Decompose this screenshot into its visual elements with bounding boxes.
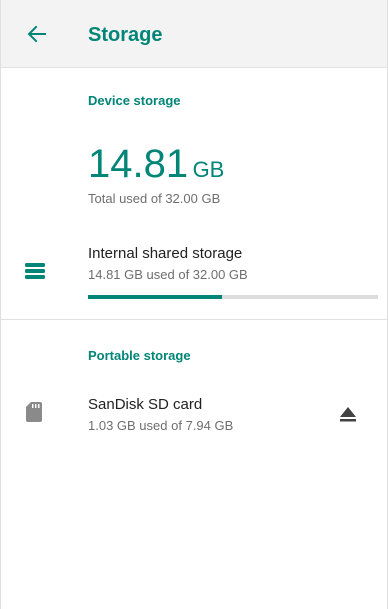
back-button[interactable] xyxy=(23,20,51,48)
sd-card-icon xyxy=(26,402,42,422)
internal-storage-title: Internal shared storage xyxy=(88,245,243,262)
used-storage-unit: GB xyxy=(192,157,225,182)
storage-progress-fill xyxy=(88,295,223,299)
portable-storage-header: Portable storage xyxy=(88,348,191,363)
storage-progress-bar xyxy=(88,295,378,299)
used-storage-value: 14.81 GB xyxy=(88,142,224,187)
storage-list-icon xyxy=(25,263,45,279)
eject-button[interactable] xyxy=(336,402,360,426)
sd-card-subtitle: 1.03 GB used of 7.94 GB xyxy=(88,418,234,433)
used-storage-number: 14.81 xyxy=(88,142,189,186)
internal-storage-subtitle: 14.81 GB used of 32.00 GB xyxy=(88,267,248,282)
storage-screen: Storage Device storage 14.81 GB Total us… xyxy=(0,0,388,609)
total-used-label: Total used of 32.00 GB xyxy=(88,191,221,206)
page-title: Storage xyxy=(88,24,163,46)
arrow-back-icon xyxy=(27,25,46,43)
eject-icon xyxy=(340,407,356,422)
app-bar: Storage xyxy=(1,0,387,68)
device-storage-header: Device storage xyxy=(88,93,181,108)
sd-card-title: SanDisk SD card xyxy=(88,396,203,413)
section-divider xyxy=(1,319,387,320)
